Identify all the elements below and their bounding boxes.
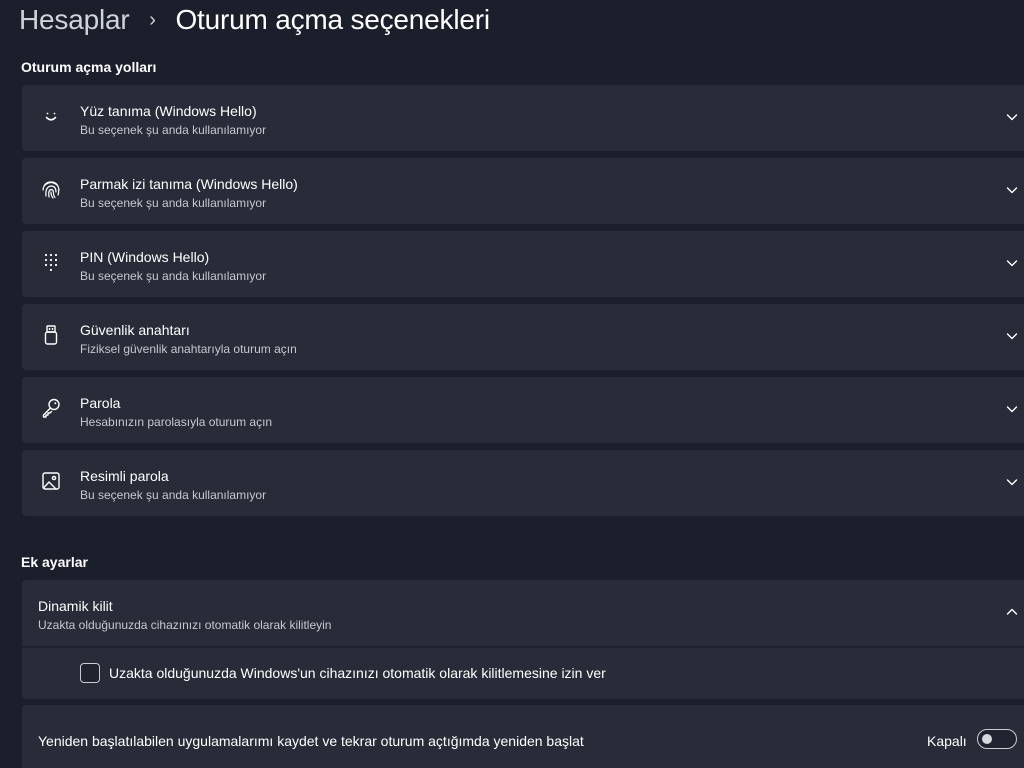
page-title: Oturum açma seçenekleri bbox=[175, 4, 490, 35]
chevron-up-icon[interactable] bbox=[1004, 604, 1020, 620]
option-title: Yüz tanıma (Windows Hello) bbox=[80, 103, 257, 119]
option-fingerprint[interactable]: Parmak izi tanıma (Windows Hello) Bu seç… bbox=[22, 158, 1024, 224]
option-title: Parmak izi tanıma (Windows Hello) bbox=[80, 176, 298, 192]
restart-apps-label: Yeniden başlatılabilen uygulamalarımı ka… bbox=[38, 733, 584, 749]
chevron-down-icon[interactable] bbox=[1004, 109, 1020, 125]
restart-apps-setting: Yeniden başlatılabilen uygulamalarımı ka… bbox=[22, 705, 1024, 768]
fingerprint-icon bbox=[40, 178, 62, 200]
option-description: Bu seçenek şu anda kullanılamıyor bbox=[80, 488, 267, 502]
chevron-down-icon[interactable] bbox=[1004, 255, 1020, 271]
option-description: Bu seçenek şu anda kullanılamıyor bbox=[80, 269, 267, 283]
breadcrumb-accounts-link[interactable]: Hesaplar bbox=[19, 4, 130, 36]
breadcrumb-separator-icon: › bbox=[149, 8, 156, 31]
option-description: Hesabınızın parolasıyla oturum açın bbox=[80, 415, 273, 429]
chevron-down-icon[interactable] bbox=[1004, 401, 1020, 417]
picture-icon bbox=[40, 470, 62, 492]
breadcrumb: Hesaplar › Oturum açma seçenekleri bbox=[19, 2, 490, 38]
settings-page: Hesaplar › Oturum açma seçenekleri Oturu… bbox=[0, 0, 1024, 768]
dynamic-lock-description: Uzakta olduğunuzda cihazınızı otomatik o… bbox=[38, 618, 332, 632]
dynamic-lock-header[interactable]: Dinamik kilit Uzakta olduğunuzda cihazın… bbox=[22, 580, 1024, 646]
option-description: Bu seçenek şu anda kullanılamıyor bbox=[80, 123, 267, 137]
toggle-state-label: Kapalı bbox=[927, 733, 967, 749]
option-title: Resimli parola bbox=[80, 468, 169, 484]
usb-key-icon bbox=[40, 324, 62, 346]
option-description: Fiziksel güvenlik anahtarıyla oturum açı… bbox=[80, 342, 297, 356]
toggle-knob bbox=[982, 734, 992, 744]
chevron-down-icon[interactable] bbox=[1004, 474, 1020, 490]
chevron-down-icon[interactable] bbox=[1004, 182, 1020, 198]
option-title: Parola bbox=[80, 395, 121, 411]
section-title-additional-settings: Ek ayarlar bbox=[21, 554, 88, 570]
dynamic-lock-checkbox[interactable] bbox=[80, 663, 100, 683]
option-picture-password[interactable]: Resimli parola Bu seçenek şu anda kullan… bbox=[22, 450, 1024, 516]
option-security-key[interactable]: Güvenlik anahtarı Fiziksel güvenlik anah… bbox=[22, 304, 1024, 370]
dynamic-lock-body: Uzakta olduğunuzda Windows'un cihazınızı… bbox=[22, 647, 1024, 699]
option-title: PIN (Windows Hello) bbox=[80, 249, 210, 265]
face-icon bbox=[40, 105, 62, 127]
key-icon bbox=[40, 397, 62, 419]
option-password[interactable]: Parola Hesabınızın parolasıyla oturum aç… bbox=[22, 377, 1024, 443]
option-face-recognition[interactable]: Yüz tanıma (Windows Hello) Bu seçenek şu… bbox=[22, 85, 1024, 151]
chevron-down-icon[interactable] bbox=[1004, 328, 1020, 344]
pin-keypad-icon bbox=[40, 251, 62, 273]
section-title-signin-ways: Oturum açma yolları bbox=[21, 59, 157, 75]
option-description: Bu seçenek şu anda kullanılamıyor bbox=[80, 196, 267, 210]
dynamic-lock-title: Dinamik kilit bbox=[38, 598, 113, 614]
option-pin[interactable]: PIN (Windows Hello) Bu seçenek şu anda k… bbox=[22, 231, 1024, 297]
option-title: Güvenlik anahtarı bbox=[80, 322, 190, 338]
dynamic-lock-checkbox-label[interactable]: Uzakta olduğunuzda Windows'un cihazınızı… bbox=[109, 665, 606, 681]
restart-apps-toggle[interactable] bbox=[977, 729, 1017, 749]
